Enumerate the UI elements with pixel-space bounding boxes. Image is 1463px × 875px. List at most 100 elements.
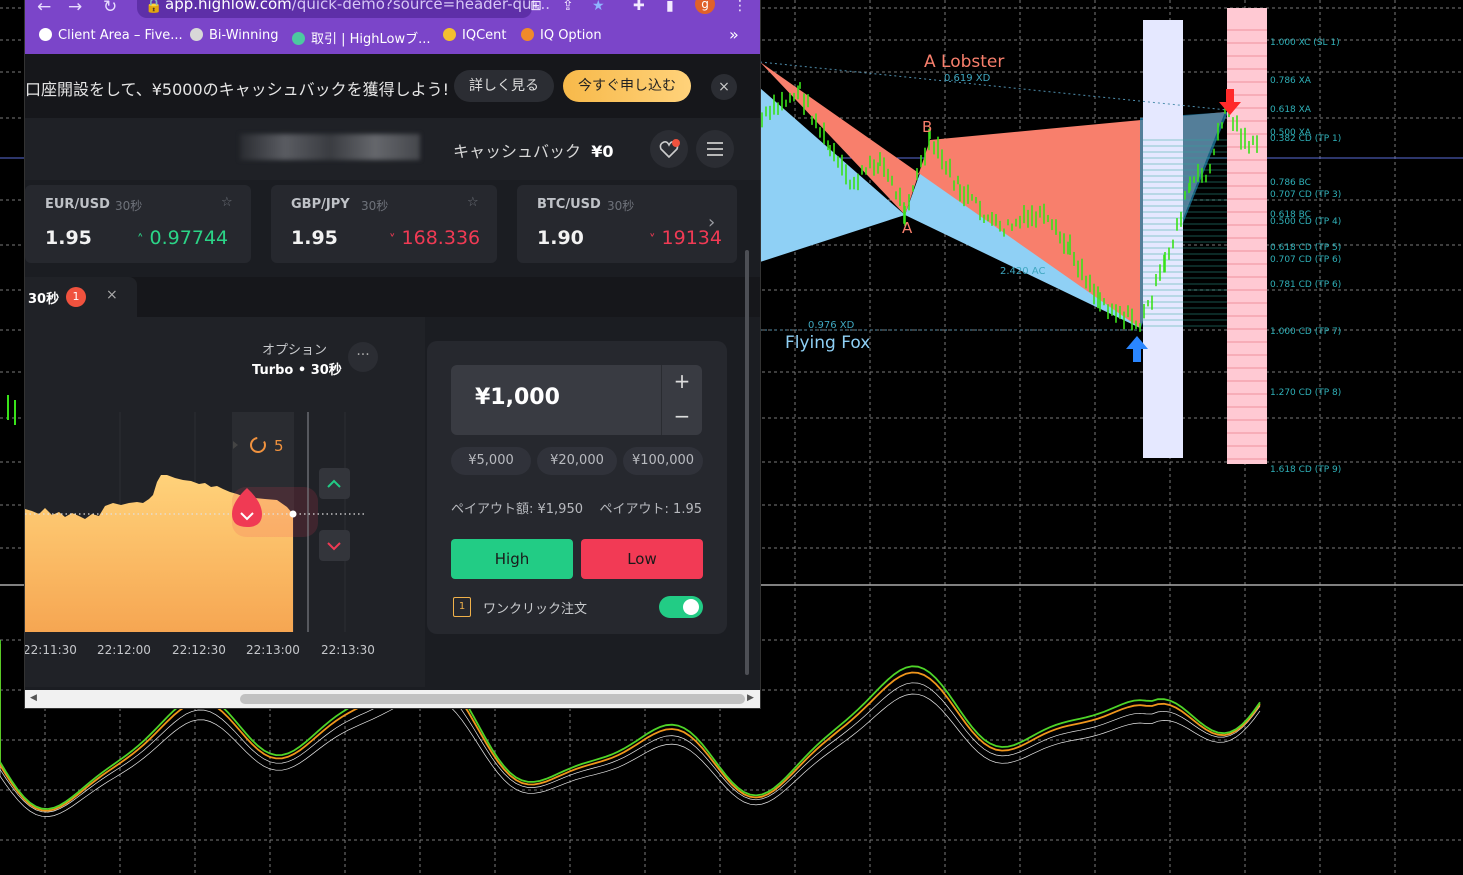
option-chart-panel: オプション Turbo • 30秒 ··· 5 22:11:30 22:12:0… bbox=[25, 317, 425, 687]
profile-avatar[interactable]: g bbox=[695, 0, 715, 14]
bookmark-favicon-icon bbox=[521, 28, 534, 41]
countdown-value: 5 bbox=[274, 437, 284, 455]
sl-band bbox=[1143, 20, 1183, 458]
asset-duration: 30秒 bbox=[361, 199, 389, 213]
account-name-blurred bbox=[240, 134, 420, 160]
translate-icon[interactable]: ⊞ bbox=[530, 0, 542, 14]
asset-price: ˅ 168.336 bbox=[389, 227, 481, 249]
fib-level-label: 0.707 CD (TP 6) bbox=[1270, 255, 1342, 265]
trade-panel: ¥1,000 + − ¥5,000 ¥20,000 ¥100,000 ペイアウト… bbox=[427, 341, 727, 634]
fib-level-label: 0.786 XA bbox=[1270, 76, 1311, 86]
tab-count-badge: 1 bbox=[66, 287, 86, 307]
high-button[interactable]: High bbox=[451, 539, 573, 579]
reload-icon[interactable]: ↻ bbox=[103, 0, 117, 17]
asset-payout: 1.95 bbox=[45, 227, 92, 249]
apply-now-button[interactable]: 今すぐ申し込む bbox=[563, 70, 691, 102]
forward-icon[interactable]: → bbox=[68, 0, 82, 17]
option-title: オプション bbox=[262, 343, 328, 358]
details-button[interactable]: 詳しく見る bbox=[454, 70, 554, 102]
fib-level-label: 1.000 CD (TP 7) bbox=[1270, 327, 1342, 337]
url-text[interactable]: app.highlow.com/quick-demo?source=header… bbox=[165, 0, 550, 13]
asset-duration: 30秒 bbox=[607, 199, 635, 213]
promo-close-button[interactable]: × bbox=[711, 74, 737, 100]
vertical-scrollbar[interactable] bbox=[745, 250, 749, 675]
amount-decrease-button[interactable]: − bbox=[661, 400, 702, 435]
amount-value: ¥1,000 bbox=[475, 385, 560, 410]
fib-level-label: 1.270 CD (TP 8) bbox=[1270, 388, 1342, 398]
globe-icon bbox=[39, 28, 52, 41]
bookmark-client-area[interactable]: Client Area – Five... bbox=[39, 28, 183, 43]
preset-amount-button[interactable]: ¥5,000 bbox=[451, 447, 531, 475]
more-options-button[interactable]: ··· bbox=[348, 342, 378, 372]
asset-card-gbpjpy[interactable]: GBP/JPY 30秒 ☆ 1.95 ˅ 168.336 bbox=[271, 185, 497, 263]
promo-banner: 口座開設をして、¥5000のキャッシュバックを獲得しよう! 詳しく見る 今すぐ申… bbox=[25, 54, 760, 118]
pattern-label-lobster: A Lobster bbox=[924, 52, 1005, 72]
fib-level-label: 0.786 BC bbox=[1270, 178, 1311, 188]
amount-increase-button[interactable]: + bbox=[661, 365, 702, 401]
preset-amount-button[interactable]: ¥20,000 bbox=[537, 447, 617, 475]
ratio-label-xd-bottom: 0.976 XD bbox=[808, 320, 855, 331]
fib-level-label: 1.618 CD (TP 9) bbox=[1270, 465, 1342, 475]
tp-band bbox=[1227, 8, 1267, 464]
asset-card-eurusd[interactable]: EUR/USD 30秒 ☆ 1.95 ˄ 0.97744 bbox=[25, 185, 251, 263]
asset-payout: 1.90 bbox=[537, 227, 584, 249]
scroll-right-icon[interactable]: ▶ bbox=[747, 693, 754, 703]
bookmark-bi-winning[interactable]: Bi-Winning bbox=[190, 28, 278, 43]
promo-text: 口座開設をして、¥5000のキャッシュバックを獲得しよう! bbox=[25, 80, 450, 99]
time-axis-label: 22:13:30 bbox=[321, 643, 375, 657]
tab-close-icon[interactable]: × bbox=[106, 287, 118, 303]
scroll-down-button bbox=[319, 530, 350, 561]
bookmark-iqcent[interactable]: IQCent bbox=[443, 28, 506, 43]
fib-level-label: 0.382 CD (TP 1) bbox=[1270, 134, 1342, 144]
bookmark-favicon-icon bbox=[292, 32, 305, 45]
fib-level-label: 0.618 XA bbox=[1270, 105, 1311, 115]
horizontal-scrollbar[interactable]: ◀ ▶ bbox=[25, 690, 760, 708]
extensions-icon[interactable]: ✚ bbox=[633, 0, 645, 14]
bookmark-iq-option[interactable]: IQ Option bbox=[521, 28, 602, 43]
preset-amount-button[interactable]: ¥100,000 bbox=[623, 447, 703, 475]
amount-input[interactable]: ¥1,000 bbox=[451, 365, 661, 435]
notifications-button[interactable] bbox=[650, 130, 688, 168]
bookmarks-more-icon[interactable]: » bbox=[729, 25, 739, 44]
share-icon[interactable]: ⇪ bbox=[562, 0, 574, 14]
one-click-toggle[interactable] bbox=[659, 596, 703, 618]
point-label-a-top: A bbox=[902, 219, 913, 237]
asset-price: ˄ 0.97744 bbox=[137, 227, 229, 249]
favorite-star-icon[interactable]: ☆ bbox=[221, 195, 233, 210]
browser-popup-window: ← → ↻ 🔒 app.highlow.com/quick-demo?sourc… bbox=[25, 0, 760, 708]
bookmarks-bar: Client Area – Five... Bi-Winning 取引 | Hi… bbox=[25, 20, 760, 54]
favorite-star-icon[interactable]: ☆ bbox=[467, 195, 479, 210]
asset-payout: 1.95 bbox=[291, 227, 338, 249]
price-area-chart[interactable] bbox=[25, 317, 425, 687]
tab-label: 30秒 bbox=[28, 292, 60, 307]
menu-button[interactable] bbox=[696, 130, 734, 168]
tab-30sec[interactable]: 30秒 1 × bbox=[25, 277, 137, 317]
ratio-label-ac: 2.420 AC bbox=[1000, 266, 1046, 277]
fib-level-label: 1.000 XC (SL 1) bbox=[1270, 38, 1340, 48]
sidebar-icon[interactable]: ▮ bbox=[666, 0, 674, 14]
scroll-left-icon[interactable]: ◀ bbox=[30, 693, 37, 703]
bookmark-highlow[interactable]: 取引 | HighLowブ... bbox=[292, 28, 431, 47]
scrollbar-thumb[interactable] bbox=[240, 694, 745, 704]
low-button[interactable]: Low bbox=[581, 539, 703, 579]
chevron-right-icon[interactable]: › bbox=[708, 212, 715, 233]
time-axis-label: 22:13:00 bbox=[246, 643, 300, 657]
cashback-display: キャッシュバック ¥0 bbox=[453, 142, 614, 161]
one-click-icon: 1 bbox=[453, 597, 471, 617]
option-tabs: 30秒 1 × bbox=[25, 277, 760, 317]
one-click-label: ワンクリック注文 bbox=[483, 602, 588, 617]
app-header: キャッシュバック ¥0 bbox=[25, 118, 760, 180]
asset-card-btcusd[interactable]: BTC/USD 30秒 1.90 ˅ 19134 bbox=[517, 185, 737, 263]
toggle-knob bbox=[683, 599, 699, 615]
ratio-label-xd-top: 0.619 XD bbox=[944, 73, 991, 84]
bookmark-favicon-icon bbox=[443, 28, 456, 41]
heart-icon bbox=[659, 141, 679, 159]
more-menu-icon[interactable]: ⋮ bbox=[733, 0, 747, 14]
back-icon[interactable]: ← bbox=[37, 0, 51, 17]
lock-icon: 🔒 bbox=[145, 0, 163, 14]
fib-level-label: 0.500 CD (TP 4) bbox=[1270, 217, 1342, 227]
bookmark-star-icon[interactable]: ★ bbox=[592, 0, 605, 14]
payout-info: ペイアウト額: ¥1,950 ペイアウト: 1.95 bbox=[451, 502, 702, 517]
time-axis-label: 22:12:00 bbox=[97, 643, 151, 657]
notification-badge bbox=[672, 139, 680, 147]
